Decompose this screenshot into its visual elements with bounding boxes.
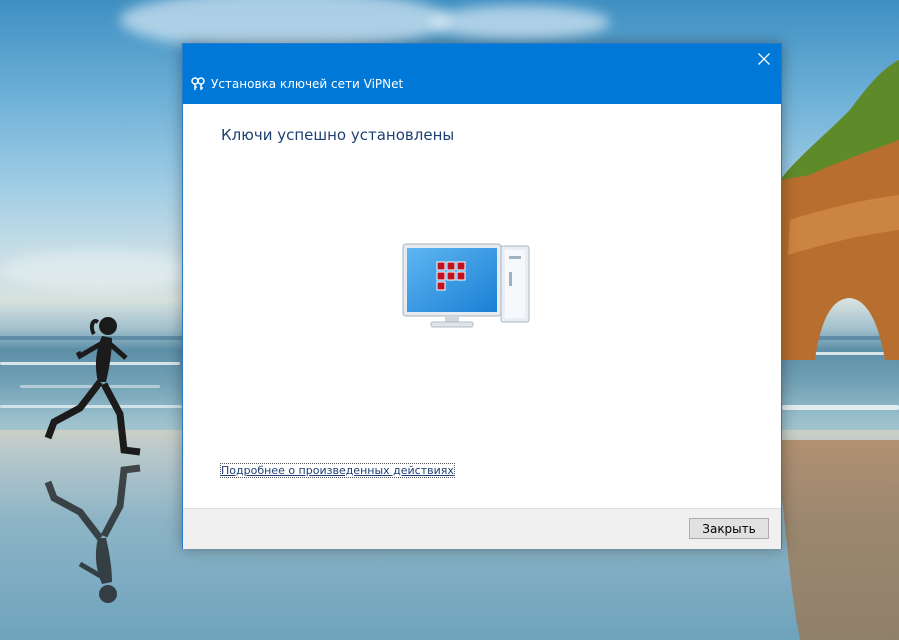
runner-silhouette <box>44 317 141 456</box>
dialog-footer: Закрыть <box>183 508 781 549</box>
details-link[interactable]: Подробнее о произведенных действиях <box>220 463 455 478</box>
close-button[interactable]: Закрыть <box>689 518 769 539</box>
sea-cliff <box>780 60 899 360</box>
vipnet-key-install-dialog: Установка ключей сети ViPNet Ключи успеш… <box>182 43 782 549</box>
status-heading: Ключи успешно установлены <box>221 126 455 144</box>
title-bar[interactable]: Установка ключей сети ViPNet <box>183 44 781 104</box>
runner-reflection <box>44 464 141 603</box>
close-icon <box>758 53 770 65</box>
cliff-reflection <box>780 440 899 640</box>
wave <box>782 405 899 410</box>
window-title: Установка ключей сети ViPNet <box>211 77 404 91</box>
keys-icon <box>191 77 205 90</box>
cloud <box>430 5 610 40</box>
computer-icon <box>402 243 530 328</box>
window-close-button[interactable] <box>749 46 779 72</box>
cloud <box>0 250 200 290</box>
